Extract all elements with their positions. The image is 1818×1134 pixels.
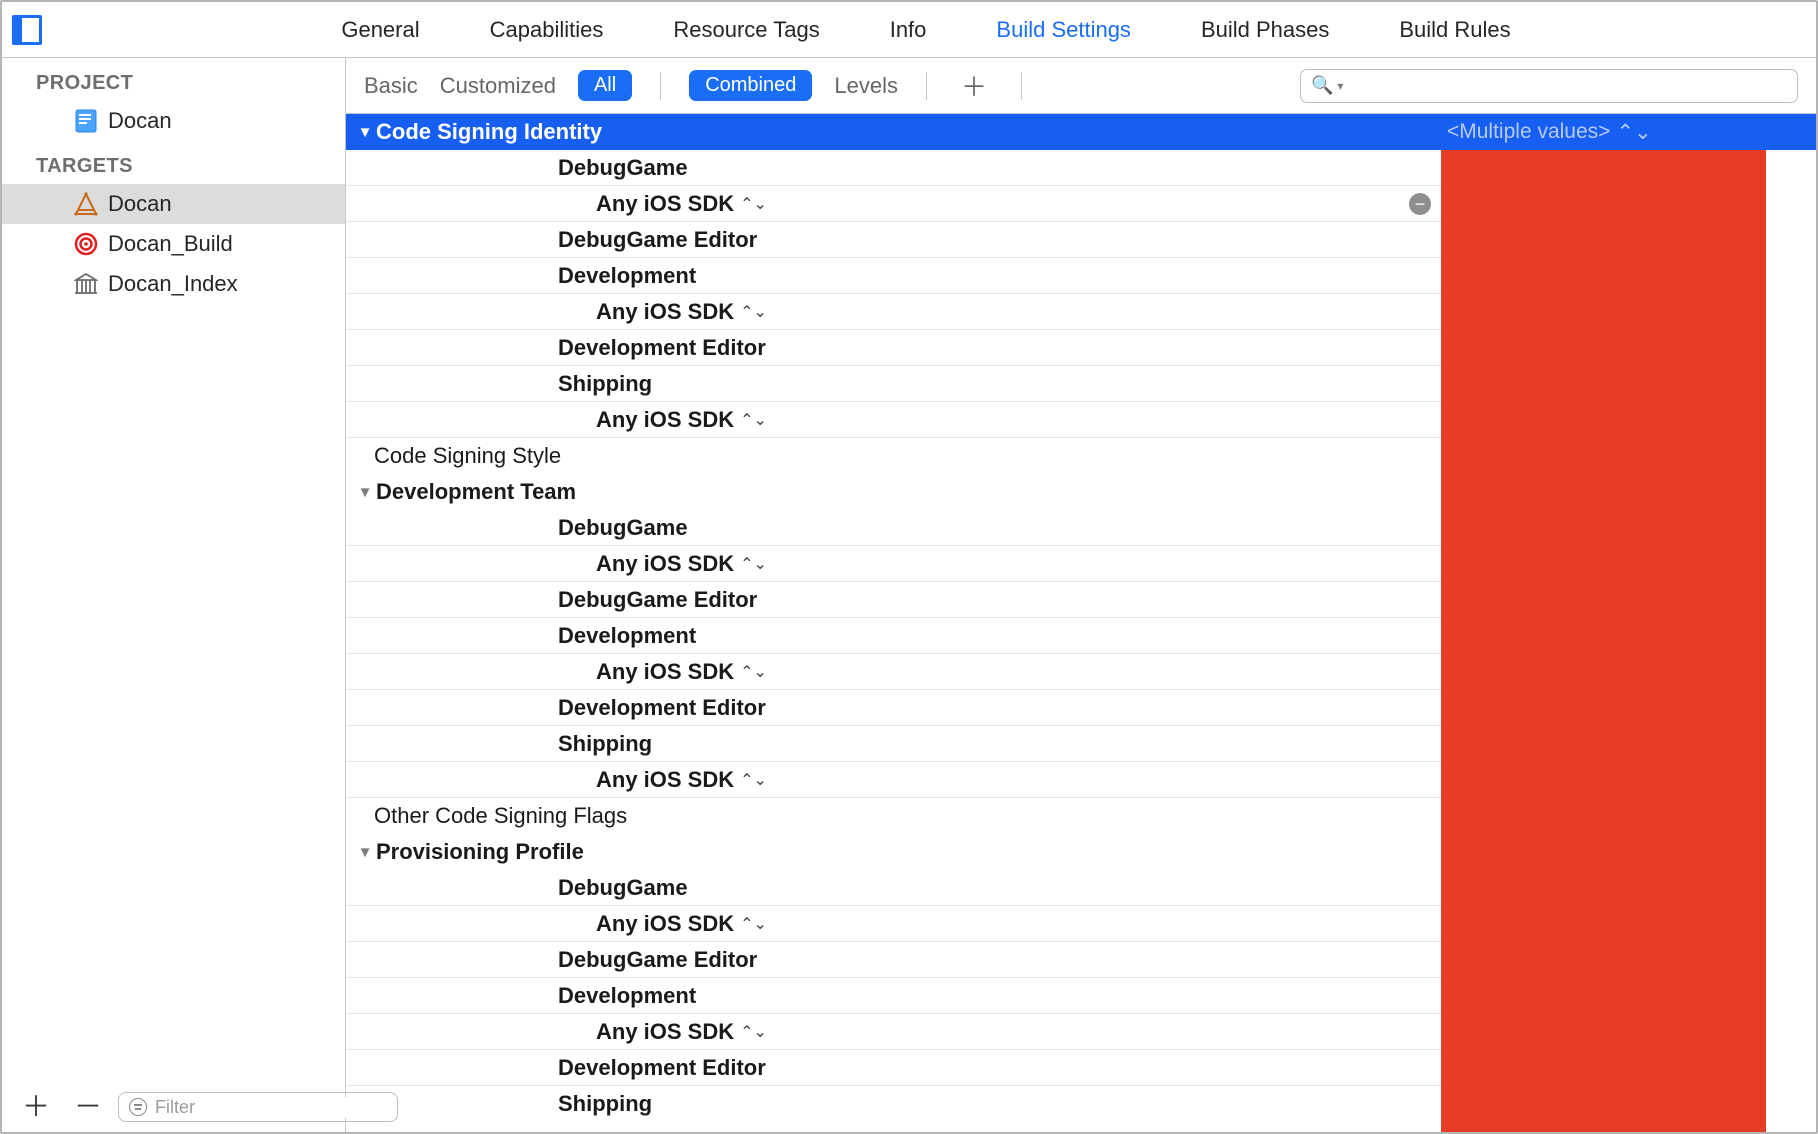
sidebar-target-docan-index[interactable]: Docan_Index [2,264,345,304]
tab-general[interactable]: General [341,17,419,43]
updown-icon: ⌃⌄ [740,554,767,574]
config-label: Development [558,623,696,649]
config-label: Any iOS SDK [596,911,734,937]
sidebar-target-docan[interactable]: Docan [2,184,345,224]
toolbar-separator [1021,72,1022,100]
setting-title: Code Signing Style [374,443,561,469]
updown-icon: ⌃⌄ [1616,120,1651,145]
search-menu-caret-icon[interactable]: ▾ [1337,79,1343,93]
config-label: Development Editor [558,335,766,361]
building-icon [74,272,98,296]
disclosure-down-icon[interactable]: ▼ [356,844,374,861]
config-label: Shipping [558,1091,652,1117]
updown-icon: ⌃⌄ [740,662,767,682]
config-label: DebugGame Editor [558,227,757,253]
project-icon [74,109,98,133]
config-label: Any iOS SDK [596,407,734,433]
config-label: Shipping [558,731,652,757]
config-label: Any iOS SDK [596,767,734,793]
disclosure-down-icon[interactable]: ▼ [356,484,374,501]
config-label: Shipping [558,371,652,397]
disclosure-down-icon[interactable]: ▼ [356,124,374,141]
setting-title: Provisioning Profile [376,839,584,865]
main-panel: Basic Customized All Combined Levels ＋ 🔍… [346,58,1816,1132]
tab-info[interactable]: Info [890,17,927,43]
redacted-values-overlay [1441,150,1766,1132]
scope-customized[interactable]: Customized [440,73,556,99]
add-target-button[interactable]: ＋ [14,1093,58,1121]
config-label: DebugGame Editor [558,587,757,613]
config-label: Any iOS SDK [596,1019,734,1045]
sidebar-item-label: Docan [108,191,172,217]
add-setting-button[interactable]: ＋ [955,67,993,104]
settings-search-input[interactable] [1349,75,1787,96]
config-label: Any iOS SDK [596,551,734,577]
scope-basic[interactable]: Basic [364,73,418,99]
tab-capabilities[interactable]: Capabilities [490,17,604,43]
sidebar-targets-header: TARGETS [2,141,345,184]
remove-target-button[interactable]: － [66,1093,110,1121]
settings-toolbar: Basic Customized All Combined Levels ＋ 🔍… [346,58,1816,114]
top-tab-bar: General Capabilities Resource Tags Info … [2,2,1816,58]
config-label: Development Editor [558,695,766,721]
settings-grid: ▼ Code Signing Identity <Multiple values… [346,114,1816,1132]
target-icon [74,232,98,256]
sidebar: PROJECT Docan TARGETS Docan Docan_Build [2,58,346,1132]
updown-icon: ⌃⌄ [740,410,767,430]
toolbar-separator [926,72,927,100]
setting-value[interactable]: <Multiple values> ⌃⌄ [1441,120,1652,145]
config-label: Development [558,983,696,1009]
config-label: DebugGame [558,155,688,181]
updown-icon: ⌃⌄ [740,302,767,322]
config-label: Development Editor [558,1055,766,1081]
setting-title: Other Code Signing Flags [374,803,627,829]
config-label: Any iOS SDK [596,299,734,325]
setting-row-code-signing-identity[interactable]: ▼ Code Signing Identity <Multiple values… [346,114,1816,150]
setting-value-text: <Multiple values> [1447,120,1610,144]
settings-search[interactable]: 🔍 ▾ [1300,69,1798,103]
top-tabs: General Capabilities Resource Tags Info … [46,17,1806,43]
tab-build-rules[interactable]: Build Rules [1399,17,1510,43]
tab-build-settings[interactable]: Build Settings [996,17,1131,43]
remove-override-button[interactable]: − [1409,193,1431,215]
view-combined[interactable]: Combined [689,70,812,101]
setting-title: Code Signing Identity [376,119,602,145]
view-levels[interactable]: Levels [834,73,898,99]
config-label: Any iOS SDK [596,659,734,685]
updown-icon: ⌃⌄ [740,194,767,214]
config-label: DebugGame [558,515,688,541]
tab-resource-tags[interactable]: Resource Tags [673,17,819,43]
sidebar-item-label: Docan_Build [108,231,233,257]
config-label: DebugGame [558,875,688,901]
body: PROJECT Docan TARGETS Docan Docan_Build [2,58,1816,1132]
sidebar-project-header: PROJECT [2,58,345,101]
sidebar-footer: ＋ － [2,1082,345,1132]
toolbar-separator [660,72,661,100]
config-label: Development [558,263,696,289]
updown-icon: ⌃⌄ [740,1022,767,1042]
updown-icon: ⌃⌄ [740,914,767,934]
config-label: DebugGame Editor [558,947,757,973]
xcode-window: General Capabilities Resource Tags Info … [0,0,1818,1134]
updown-icon: ⌃⌄ [740,770,767,790]
app-icon [74,192,98,216]
config-label: Any iOS SDK [596,191,734,217]
sidebar-project-item[interactable]: Docan [2,101,345,141]
sidebar-project-name: Docan [108,108,172,134]
search-icon: 🔍 [1311,75,1333,96]
sidebar-target-docan-build[interactable]: Docan_Build [2,224,345,264]
scope-all[interactable]: All [578,70,632,101]
sidebar-item-label: Docan_Index [108,271,238,297]
tab-build-phases[interactable]: Build Phases [1201,17,1329,43]
filter-icon [129,1098,147,1116]
sidebar-toggle-icon[interactable] [12,15,42,45]
setting-title: Development Team [376,479,576,505]
